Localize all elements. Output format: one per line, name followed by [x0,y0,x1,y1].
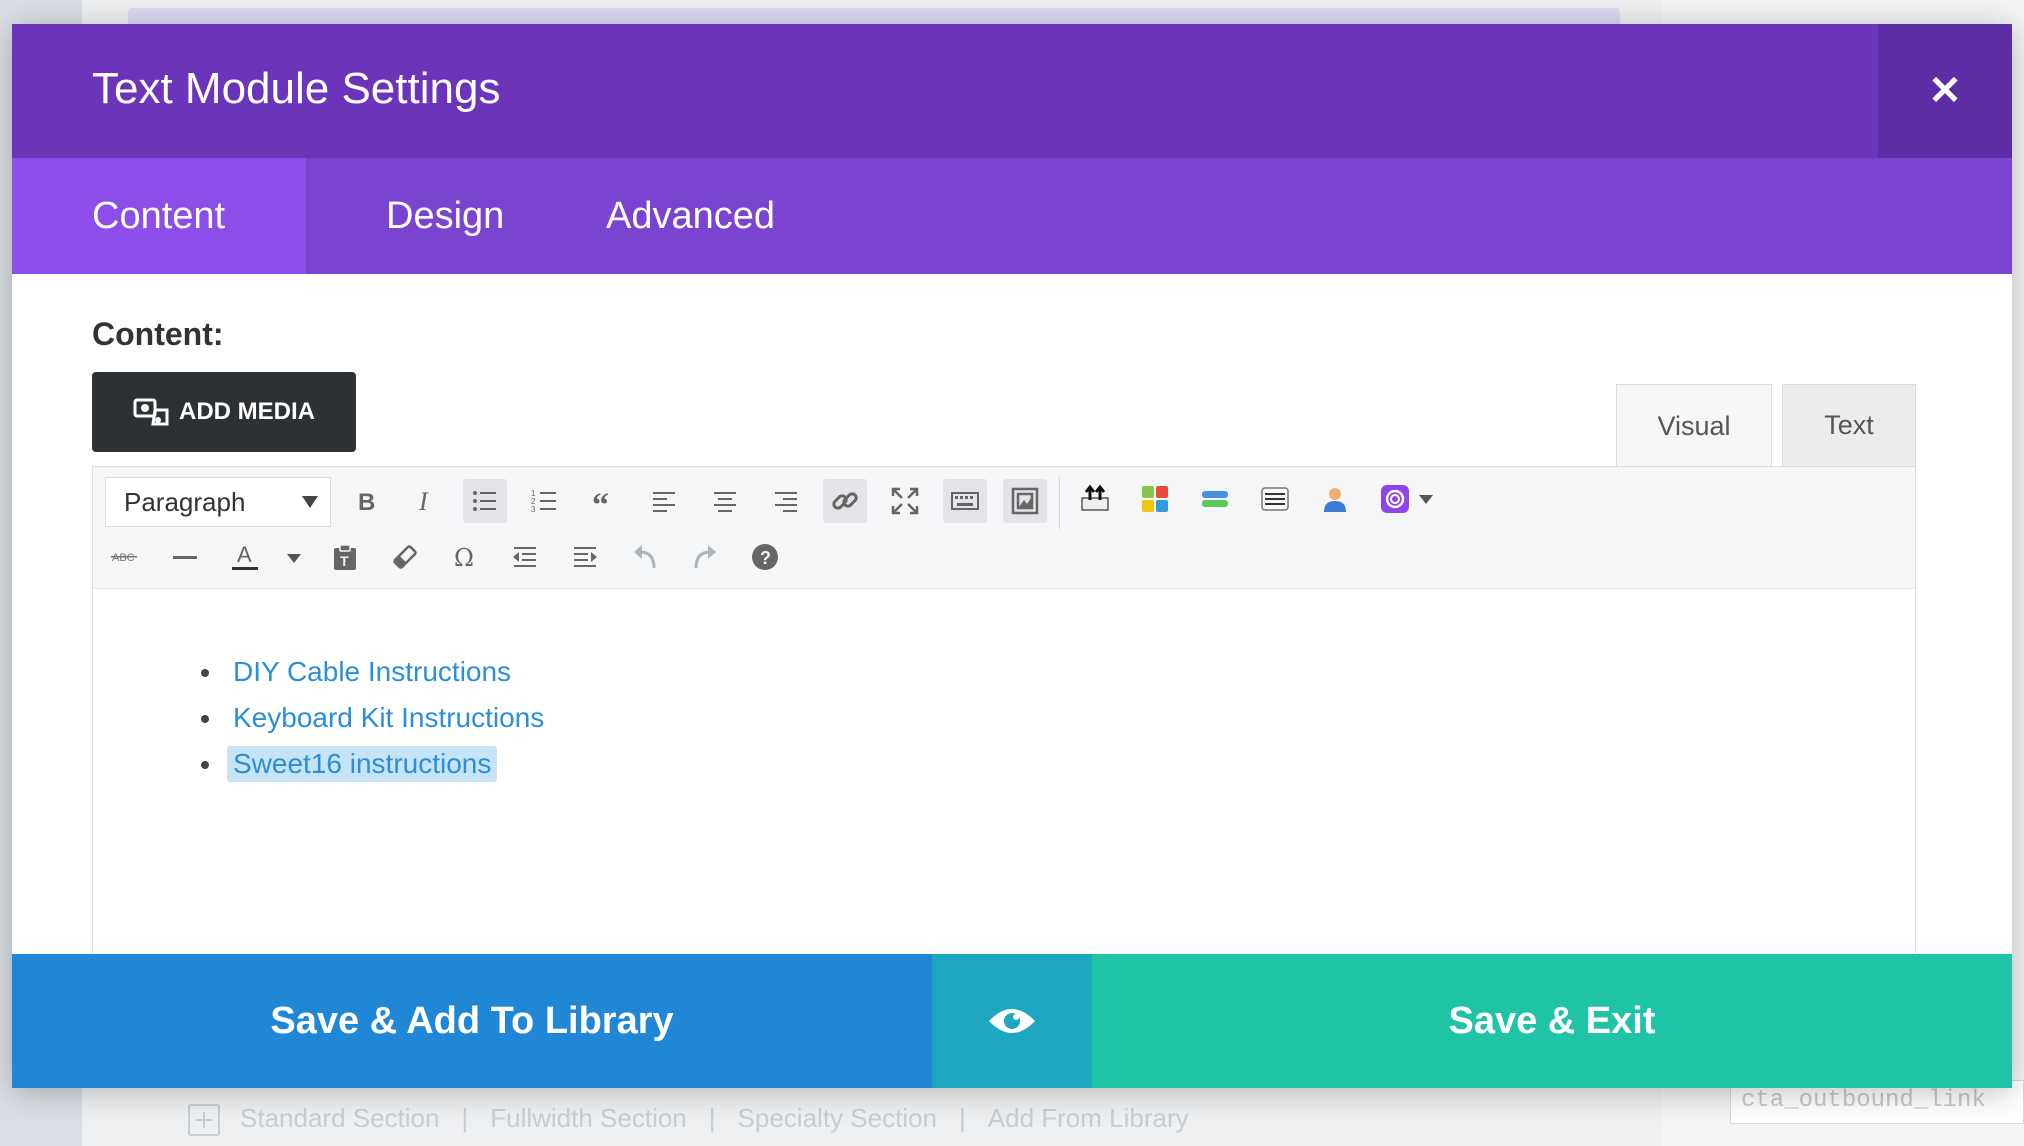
undo-icon[interactable] [623,535,667,579]
upload-icon[interactable] [1073,477,1117,521]
specialty-section-link[interactable]: Specialty Section [738,1103,937,1134]
format-select[interactable]: Paragraph [105,477,331,527]
save-add-to-library-button[interactable]: Save & Add To Library [12,954,932,1088]
fullwidth-section-link[interactable]: Fullwidth Section [490,1103,687,1134]
numbered-list-icon[interactable]: 123 [523,479,567,523]
bold-icon[interactable]: B [343,479,387,523]
list-item: Keyboard Kit Instructions [200,695,544,741]
keyboard-kit-instructions-link[interactable]: Keyboard Kit Instructions [233,702,544,734]
tab-visual[interactable]: Visual [1616,384,1772,468]
text-color-dropdown-icon[interactable] [279,535,309,579]
toolbar-divider [1059,477,1060,529]
image-frame-icon[interactable] [1003,479,1047,523]
svg-text:T: T [340,553,349,569]
svg-text:I: I [418,487,429,516]
user-icon[interactable] [1313,477,1357,521]
italic-icon[interactable]: I [403,479,447,523]
close-button[interactable]: ✕ [1878,24,2012,158]
svg-text:?: ? [760,548,771,568]
add-media-label: ADD MEDIA [179,398,315,425]
standard-section-link[interactable]: Standard Section [240,1103,439,1134]
format-select-value: Paragraph [124,486,246,517]
lines-icon[interactable] [1253,477,1297,521]
background-section-bar: Standard Section | Fullwidth Section | S… [128,1090,1620,1146]
sweet16-instructions-link[interactable]: Sweet16 instructions [227,746,498,782]
help-icon[interactable]: ? [743,535,787,579]
color-grid-icon[interactable] [1133,477,1177,521]
bullet-list-icon[interactable] [463,479,507,523]
content-field-label: Content: [92,316,224,352]
save-exit-button[interactable]: Save & Exit [1092,954,2012,1088]
content-link-list: DIY Cable Instructions Keyboard Kit Inst… [200,649,544,787]
tab-advanced[interactable]: Advanced [606,158,775,274]
preview-button[interactable] [932,954,1092,1088]
separator: | [959,1102,966,1133]
tab-design[interactable]: Design [306,158,606,274]
align-right-icon[interactable] [763,479,807,523]
blockquote-icon[interactable]: “ [583,479,627,523]
link-icon[interactable] [823,479,867,523]
svg-text:“: “ [592,487,609,516]
outdent-icon[interactable] [503,535,547,579]
settings-tabs: Content Design Advanced [12,158,2012,274]
separator: | [461,1102,469,1133]
svg-text:Ω: Ω [454,544,474,572]
omega-icon[interactable]: Ω [443,535,487,579]
separator: | [708,1102,716,1133]
paste-text-icon[interactable]: T [323,535,367,579]
editor-toolbar: Paragraph B I 123 “ ABC A T Ω ? [93,467,1915,589]
tab-text[interactable]: Text [1782,384,1916,466]
plus-icon[interactable] [188,1104,220,1136]
add-media-button[interactable]: ADD MEDIA [92,372,356,452]
dropdown-arrow-icon[interactable] [1411,477,1441,521]
stack-icon[interactable] [1193,477,1237,521]
align-center-icon[interactable] [703,479,747,523]
diy-cable-instructions-link[interactable]: DIY Cable Instructions [233,656,511,688]
text-module-settings-modal: Text Module Settings ✕ Content Design Ad… [12,24,2012,1088]
list-item: Sweet16 instructions [200,741,544,787]
horizontal-rule-icon[interactable] [163,535,207,579]
keyboard-icon[interactable] [943,479,987,523]
svg-text:ABC: ABC [112,552,135,564]
eye-icon [989,1009,1035,1033]
align-left-icon[interactable] [643,479,687,523]
svg-text:A: A [237,542,252,567]
text-color-icon[interactable]: A [223,535,267,579]
add-media-icon [133,398,169,426]
tab-content[interactable]: Content [12,158,306,274]
chevron-down-icon [302,496,318,508]
redo-icon[interactable] [683,535,727,579]
modal-header: Text Module Settings ✕ [12,24,2012,158]
close-icon: ✕ [1928,69,1962,113]
svg-text:B: B [358,489,375,516]
modal-footer: Save & Add To Library Save & Exit [12,954,2012,1088]
modal-title: Text Module Settings [92,64,501,113]
svg-text:3: 3 [531,505,536,514]
fullscreen-icon[interactable] [883,479,927,523]
clear-formatting-icon[interactable] [383,535,427,579]
list-item: DIY Cable Instructions [200,649,544,695]
indent-icon[interactable] [563,535,607,579]
add-from-library-link[interactable]: Add From Library [988,1103,1189,1134]
strikethrough-icon[interactable]: ABC [103,535,147,579]
